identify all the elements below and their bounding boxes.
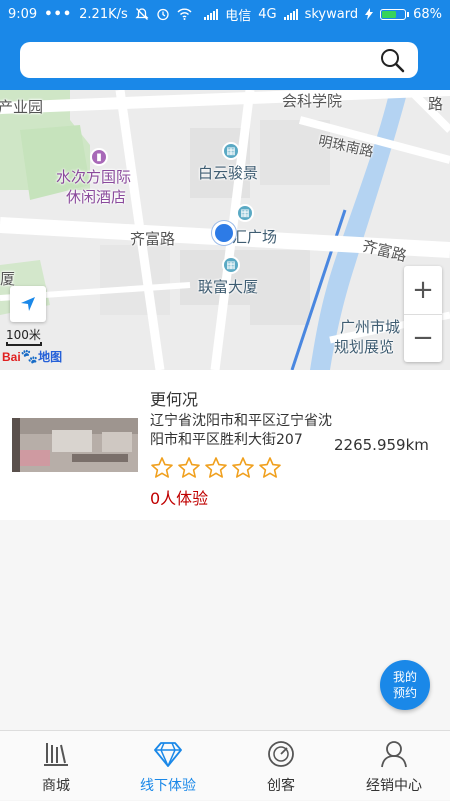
diamond-icon — [154, 742, 182, 767]
nav-label-distribution-center: 经销中心 — [366, 778, 422, 794]
star-icon — [151, 457, 173, 478]
nav-item-offline-experience[interactable]: 线下体验 — [112, 731, 224, 801]
signal-icon — [204, 8, 219, 20]
carrier-label-2: skyward — [304, 6, 359, 22]
nav-label-mall: 商城 — [42, 778, 70, 794]
bottom-navigation: 商城 线下体验 创客 经销中心 — [0, 730, 450, 800]
battery-icon — [380, 8, 410, 20]
mall-icon — [44, 743, 68, 766]
mute-icon — [135, 8, 149, 20]
map-label-plaza: 汇广场 — [232, 228, 278, 246]
carrier-label: 电信 — [225, 8, 252, 24]
signal-icon-2 — [283, 8, 298, 20]
search-header — [0, 28, 450, 90]
star-icon — [232, 457, 254, 478]
navigation-arrow-icon — [21, 297, 35, 311]
nav-item-mall[interactable]: 商城 — [0, 731, 112, 801]
office-icon: ▦ — [222, 256, 240, 274]
nav-label-maker: 创客 — [267, 778, 295, 794]
store-card[interactable]: 更何况 辽宁省沈阳市和平区辽宁省沈阳市和平区胜利大街207 2265.959km… — [0, 370, 450, 520]
star-icon — [205, 457, 227, 478]
star-icon — [178, 457, 200, 478]
zoom-control: + − — [404, 266, 442, 362]
map-label-hotel-line1: 水次方国际 — [56, 168, 132, 186]
baidu-map-logo: Bai🐾地图 — [2, 349, 63, 365]
map-scale-label: 100米 — [6, 328, 41, 342]
map-label-guangzhou-line1: 广州市城 — [340, 318, 401, 336]
hotel-icon: ▮ — [90, 148, 108, 166]
search-input[interactable] — [20, 42, 418, 78]
map-label-guangzhou-line2: 规划展览 — [334, 338, 395, 356]
current-location-marker — [212, 221, 236, 245]
alarm-icon — [157, 8, 169, 21]
nav-item-maker[interactable]: 创客 — [225, 731, 337, 801]
maker-icon — [268, 741, 294, 767]
store-photo — [12, 418, 138, 472]
wifi-icon — [177, 8, 192, 20]
fab-label-line2: 预约 — [392, 686, 417, 700]
map-label-qifu-road-left: 齐富路 — [130, 230, 176, 248]
map-label-road-right: 路 — [426, 96, 444, 111]
fab-label-line1: 我的 — [392, 670, 417, 684]
locate-button[interactable] — [10, 286, 46, 322]
plaza-icon: ▦ — [236, 204, 254, 222]
zoom-out-button[interactable]: − — [404, 314, 442, 362]
map-label-lianfu: 联富大厦 — [198, 278, 259, 296]
nav-label-offline-experience: 线下体验 — [140, 778, 196, 794]
map-label-baiyun: 白云骏景 — [198, 164, 259, 182]
charging-icon — [365, 8, 374, 20]
map-scale-bar — [6, 342, 42, 346]
rating-stars — [150, 456, 282, 480]
status-bar: 9:09 ••• 2.21K/s 电信 4G skyward 68% — [0, 0, 450, 28]
building-icon: ▦ — [222, 142, 240, 160]
my-appointments-button[interactable]: 我的 预约 — [380, 660, 430, 710]
store-name: 更何况 — [150, 390, 199, 409]
star-icon — [259, 457, 281, 478]
store-distance: 2265.959km — [334, 436, 429, 454]
nav-item-distribution-center[interactable]: 经销中心 — [338, 731, 450, 801]
notification-dots: ••• — [44, 6, 73, 22]
network-speed: 2.21K/s — [79, 6, 128, 22]
store-map[interactable]: 产业园 会科学院 路 ▮ 水次方国际 休闲酒店 明珠南路 ▦ 白云骏景 齐富路 … — [0, 90, 450, 370]
battery-percent: 68% — [413, 6, 442, 22]
network-type: 4G — [258, 6, 277, 22]
store-address: 辽宁省沈阳市和平区辽宁省沈阳市和平区胜利大街207 — [150, 413, 332, 448]
experience-count: 0人体验 — [150, 489, 209, 508]
search-icon[interactable] — [378, 46, 406, 74]
map-label-industrial-park: 产业园 — [0, 98, 44, 116]
user-icon — [381, 741, 407, 768]
map-label-science-academy: 会科学院 — [282, 92, 343, 110]
map-label-hotel-line2: 休闲酒店 — [66, 188, 127, 206]
status-time: 9:09 — [8, 6, 38, 22]
zoom-in-button[interactable]: + — [404, 266, 442, 315]
